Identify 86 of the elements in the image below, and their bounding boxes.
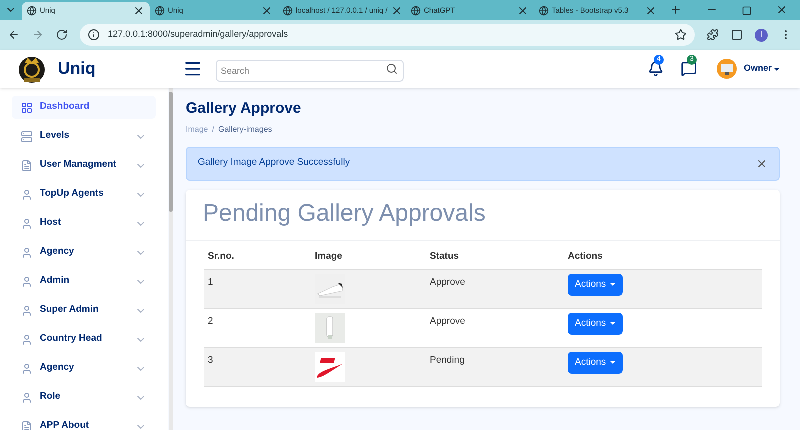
sidebar-item[interactable]: Super Admin	[12, 299, 156, 322]
sidebar-item[interactable]: Admin	[12, 270, 156, 293]
person-icon	[21, 246, 33, 258]
sidebar-label: TopUp Agents	[40, 187, 105, 202]
globe-icon	[155, 6, 165, 16]
actions-button[interactable]: Actions	[568, 352, 624, 374]
sidebar-label: APP About	[40, 419, 90, 430]
stack-icon	[21, 130, 33, 142]
person-icon	[21, 304, 33, 316]
sidebar-label: Role	[40, 390, 62, 404]
person-icon	[21, 188, 33, 200]
actions-button[interactable]: Actions	[568, 312, 624, 335]
status-text: Approve	[430, 276, 466, 288]
close-icon[interactable]	[776, 4, 788, 16]
sidebar-label: Host	[40, 216, 62, 230]
sidebar-item[interactable]: Host	[12, 212, 156, 235]
column-header: Sr.no.	[204, 244, 311, 270]
person-icon	[21, 276, 33, 288]
back-icon[interactable]	[8, 29, 20, 41]
breadcrumb-separator: /	[212, 124, 214, 136]
table-cell: 2	[208, 316, 214, 327]
url-text: 127.0.0.1:8000/superadmin/gallery/approvals	[108, 28, 290, 42]
reload-icon[interactable]	[56, 29, 68, 41]
globe-icon	[411, 6, 421, 16]
sidebar-label: Country Head	[40, 332, 104, 346]
sidebar-label: Levels	[40, 129, 71, 144]
search-icon[interactable]	[386, 63, 398, 75]
sidebar-label: User Managment	[40, 158, 118, 172]
avatar-icon[interactable]	[716, 59, 737, 79]
sidebar-item[interactable]: User Managment	[12, 154, 156, 177]
user-menu-button[interactable]: Owner	[744, 62, 780, 76]
address-field[interactable]: 127.0.0.1:8000/superadmin/gallery/approvals	[80, 24, 695, 46]
sidebar-item[interactable]: Agency	[12, 357, 156, 380]
globe-icon	[539, 6, 549, 16]
sidebar-item[interactable]: Levels	[12, 125, 156, 148]
person-icon	[21, 362, 33, 374]
new-tab-icon[interactable]	[670, 4, 682, 16]
sidebar-item[interactable]: TopUp Agents	[12, 183, 156, 206]
search-field[interactable]: Search	[216, 60, 404, 82]
person-icon	[21, 392, 33, 404]
close-icon[interactable]	[645, 5, 657, 17]
forward-icon[interactable]	[32, 29, 44, 41]
brand-name: Uniq	[58, 58, 97, 80]
person-icon	[21, 334, 33, 346]
extensions-icon[interactable]	[707, 29, 719, 41]
actions-button[interactable]: Actions	[568, 274, 624, 296]
sidebar-item[interactable]: Agency	[12, 241, 156, 264]
grid-icon	[21, 102, 33, 114]
alert-message: Gallery Image Approve Successfully	[198, 156, 352, 170]
column-header: Actions	[564, 244, 762, 270]
sidebar-label: Agency	[40, 361, 76, 376]
breadcrumb-current: Gallery-images	[218, 124, 272, 136]
status-text: Pending	[430, 354, 465, 366]
close-icon[interactable]	[261, 5, 273, 17]
table-cell: 3	[208, 354, 214, 366]
table-cell: 1	[208, 276, 214, 288]
close-icon[interactable]	[390, 5, 403, 17]
page-title: Gallery Approve	[186, 99, 302, 119]
status-text: Approve	[430, 316, 466, 327]
sidebar-item[interactable]: APP About	[12, 415, 156, 430]
sidebar-label: Agency	[40, 245, 76, 260]
person-icon	[21, 218, 33, 230]
close-icon[interactable]	[133, 5, 145, 17]
crown-logo-icon	[17, 54, 47, 84]
side-panel-icon[interactable]	[731, 29, 743, 41]
card-title: Pending Gallery Approvals	[186, 190, 780, 240]
sidebar-label: Dashboard	[40, 100, 91, 114]
bell-icon[interactable]	[648, 61, 664, 77]
column-header: Status	[426, 244, 564, 270]
document-icon	[21, 420, 33, 430]
chat-icon[interactable]	[680, 61, 697, 77]
sidebar-item[interactable]: Role	[12, 386, 156, 409]
sidebar-item[interactable]: Country Head	[12, 328, 156, 351]
sidebar-item[interactable]: Dashboard	[12, 96, 156, 119]
profile-avatar[interactable]: I	[755, 28, 768, 42]
column-header: Image	[311, 244, 426, 270]
bookmark-icon[interactable]	[675, 29, 687, 41]
globe-icon	[27, 6, 37, 16]
close-icon[interactable]	[517, 5, 529, 17]
close-icon[interactable]	[756, 158, 768, 170]
globe-icon	[283, 6, 293, 16]
sidebar-label: Admin	[40, 274, 71, 288]
sidebar-label: Super Admin	[40, 303, 100, 318]
restore-icon[interactable]	[742, 6, 752, 16]
document-icon	[21, 160, 33, 172]
site-info-icon[interactable]	[88, 29, 100, 41]
